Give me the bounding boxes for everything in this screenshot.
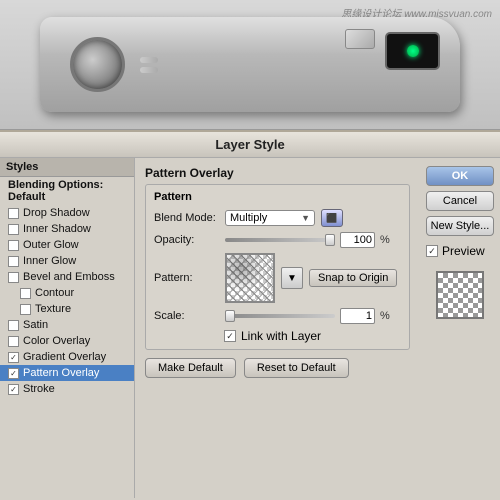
opacity-unit: % (380, 234, 390, 246)
camera-body (40, 17, 460, 112)
style-item-inner-glow[interactable]: Inner Glow (0, 253, 134, 269)
ok-button[interactable]: OK (426, 166, 494, 186)
blend-mode-select[interactable]: Multiply ▼ (225, 210, 315, 226)
checkbox-outer-glow[interactable] (8, 240, 19, 251)
right-panel: OK Cancel New Style... ✓ Preview (420, 158, 500, 498)
dialog-container: Layer Style Styles Blending Options: Def… (0, 130, 500, 500)
scale-slider-thumb[interactable] (225, 310, 235, 322)
camera-lens (70, 37, 125, 92)
dialog-title-bar: Layer Style (0, 132, 500, 158)
checkbox-texture[interactable] (20, 304, 31, 315)
checkbox-bevel-emboss[interactable] (8, 272, 19, 283)
style-item-bevel-emboss[interactable]: Bevel and Emboss (0, 269, 134, 285)
style-item-color-overlay[interactable]: Color Overlay (0, 333, 134, 349)
style-item-texture[interactable]: Texture (0, 301, 134, 317)
style-item-stroke[interactable]: Stroke (0, 381, 134, 397)
styles-header: Styles (0, 158, 134, 177)
style-item-outer-glow[interactable]: Outer Glow (0, 237, 134, 253)
style-item-inner-shadow[interactable]: Inner Shadow (0, 221, 134, 237)
blend-mode-icon-btn[interactable]: ⬛ (321, 209, 343, 227)
opacity-label: Opacity: (154, 234, 219, 246)
preview-swatch (436, 271, 484, 319)
opacity-slider-track[interactable] (225, 238, 335, 242)
section-title: Pattern Overlay (145, 166, 410, 180)
opacity-slider-container: % (225, 232, 390, 248)
pattern-label: Pattern: (154, 272, 219, 284)
camera-btn-1 (140, 57, 158, 63)
snap-to-origin-button[interactable]: Snap to Origin (309, 269, 397, 287)
checkbox-contour[interactable] (20, 288, 31, 299)
pattern-preview-inner (227, 255, 273, 301)
link-layer-checkbox[interactable] (224, 330, 236, 342)
style-item-drop-shadow[interactable]: Drop Shadow (0, 205, 134, 221)
pattern-preview-area: ▼ Snap to Origin (225, 253, 397, 303)
pattern-menu-btn[interactable]: ▼ (281, 267, 303, 289)
scale-slider-track[interactable] (225, 314, 335, 318)
new-style-button[interactable]: New Style... (426, 216, 494, 236)
style-item-gradient-overlay[interactable]: Gradient Overlay (0, 349, 134, 365)
checkbox-stroke[interactable] (8, 384, 19, 395)
checkbox-gradient-overlay[interactable] (8, 352, 19, 363)
preview-row: ✓ Preview (426, 244, 494, 258)
checkbox-color-overlay[interactable] (8, 336, 19, 347)
camera-flash (345, 29, 375, 49)
scale-label: Scale: (154, 310, 219, 322)
main-content: Pattern Overlay Pattern Blend Mode: Mult… (135, 158, 420, 498)
checkbox-inner-glow[interactable] (8, 256, 19, 267)
link-layer-label: Link with Layer (241, 329, 321, 343)
checkbox-pattern-overlay[interactable] (8, 368, 19, 379)
bottom-buttons: Make Default Reset to Default (145, 358, 410, 378)
scale-input[interactable] (340, 308, 375, 324)
pattern-subsection: Pattern Blend Mode: Multiply ▼ ⬛ Opacity… (145, 184, 410, 350)
camera-area: 思缘设计论坛 www.missvuan.com (0, 0, 500, 130)
subsection-title: Pattern (154, 191, 401, 203)
blending-options-item[interactable]: Blending Options: Default (0, 177, 134, 205)
pattern-row: Pattern: ▼ Snap to Origin (154, 253, 401, 303)
checkbox-satin[interactable] (8, 320, 19, 331)
opacity-row: Opacity: % (154, 232, 401, 248)
camera-btn-2 (140, 67, 158, 73)
blend-mode-row: Blend Mode: Multiply ▼ ⬛ (154, 209, 401, 227)
camera-viewfinder (385, 32, 440, 70)
style-item-satin[interactable]: Satin (0, 317, 134, 333)
make-default-button[interactable]: Make Default (145, 358, 236, 378)
scale-slider-container: % (225, 308, 390, 324)
opacity-slider-thumb[interactable] (325, 234, 335, 246)
pattern-preview-box[interactable] (225, 253, 275, 303)
opacity-input[interactable] (340, 232, 375, 248)
link-layer-row: Link with Layer (154, 329, 401, 343)
scale-row: Scale: % (154, 308, 401, 324)
blend-mode-arrow-icon: ▼ (301, 213, 310, 223)
style-item-pattern-overlay[interactable]: Pattern Overlay (0, 365, 134, 381)
camera-controls (140, 57, 158, 73)
preview-checkbox[interactable]: ✓ (426, 245, 438, 257)
checkbox-drop-shadow[interactable] (8, 208, 19, 219)
reset-to-default-button[interactable]: Reset to Default (244, 358, 349, 378)
styles-panel: Styles Blending Options: Default Drop Sh… (0, 158, 135, 498)
viewfinder-light (407, 45, 419, 57)
preview-label: Preview (442, 244, 485, 258)
dialog-title: Layer Style (215, 137, 284, 152)
checkbox-inner-shadow[interactable] (8, 224, 19, 235)
dialog-body: Styles Blending Options: Default Drop Sh… (0, 158, 500, 498)
cancel-button[interactable]: Cancel (426, 191, 494, 211)
scale-unit: % (380, 310, 390, 322)
style-item-contour[interactable]: Contour (0, 285, 134, 301)
blend-mode-label: Blend Mode: (154, 212, 219, 224)
